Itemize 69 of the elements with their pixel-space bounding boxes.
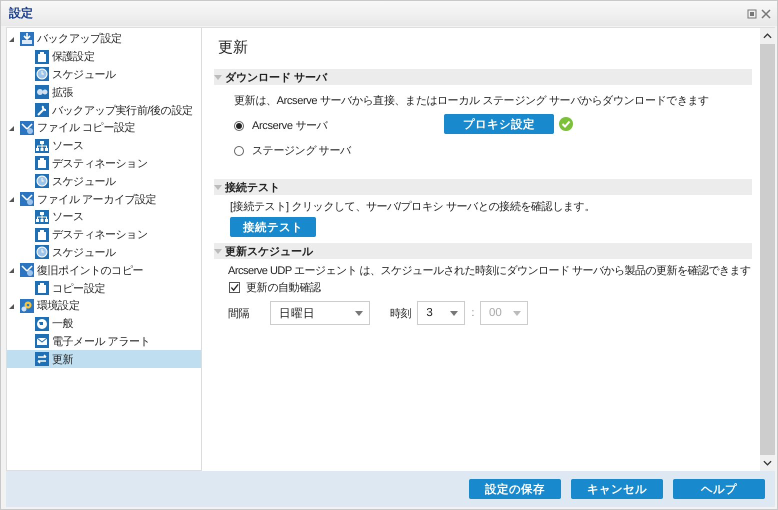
tree-item[interactable]: ソース bbox=[7, 136, 201, 155]
tree-item[interactable]: デスティネーション bbox=[7, 154, 201, 172]
section-header: 接続テスト bbox=[214, 179, 752, 195]
connection-test-button[interactable]: 接続テスト bbox=[230, 217, 316, 237]
radio-button[interactable] bbox=[234, 146, 244, 156]
gears-icon bbox=[35, 85, 49, 100]
dropdown[interactable]: 日曜日 bbox=[270, 301, 370, 325]
dropdown[interactable]: 3 bbox=[417, 301, 466, 325]
description: Arcserve UDP エージェント は、スケジュールされた時刻にダウンロード サーバから製品の更新を確認できます bbox=[228, 264, 751, 278]
footer-button[interactable]: キャンセル bbox=[571, 479, 663, 499]
time-label: 時刻 bbox=[390, 306, 412, 320]
tree-item[interactable]: スケジュール bbox=[7, 244, 201, 262]
gear-icon bbox=[20, 298, 34, 313]
footer-button[interactable]: 設定の保存 bbox=[469, 479, 561, 499]
scroll-up-icon[interactable] bbox=[763, 33, 772, 39]
network-icon bbox=[35, 138, 49, 153]
tree-item[interactable]: スケジュール bbox=[7, 66, 201, 84]
tree-item[interactable]: 保護設定 bbox=[7, 48, 201, 66]
page-title: 更新 bbox=[218, 38, 249, 57]
globe-icon bbox=[35, 316, 49, 331]
tree-item[interactable]: ファイル コピー設定 bbox=[7, 118, 201, 137]
interval-label: 間隔 bbox=[228, 306, 250, 320]
tree-item[interactable]: 復旧ポイントのコピー bbox=[7, 261, 201, 280]
checkbox-label[interactable]: 更新の自動確認 bbox=[246, 280, 321, 295]
tree-item[interactable]: ソース bbox=[7, 208, 201, 226]
radio-label[interactable]: Arcserve サーバ bbox=[252, 118, 328, 133]
document-icon bbox=[35, 50, 49, 64]
checkbox[interactable] bbox=[229, 282, 240, 293]
radio-label[interactable]: ステージング サーバ bbox=[252, 143, 351, 158]
tree-item[interactable]: 更新 bbox=[7, 350, 201, 368]
section-header: 更新スケジュール bbox=[214, 243, 752, 259]
document-icon bbox=[35, 281, 49, 296]
clock-icon bbox=[35, 245, 49, 260]
tree-item[interactable]: 環境設定 bbox=[7, 296, 201, 315]
copy-icon bbox=[20, 263, 34, 278]
tree-item[interactable]: コピー設定 bbox=[7, 279, 201, 297]
tree-item[interactable]: 電子メール アラート bbox=[7, 332, 201, 350]
clock-icon bbox=[35, 174, 49, 188]
description: 更新は、Arcserve サーバから直接、またはローカル ステージング サーバからダウンロードできます bbox=[234, 94, 709, 108]
drive-icon bbox=[20, 32, 34, 46]
tree-item[interactable]: バックアップ実行前/後の設定 bbox=[7, 101, 201, 119]
network-icon bbox=[35, 210, 49, 224]
clock-icon bbox=[35, 67, 49, 82]
description: [接続テスト] クリックして、サーバ/プロキシ サーバとの接続を確認します。 bbox=[230, 200, 595, 214]
caret-icon bbox=[355, 310, 363, 316]
tree-item[interactable]: バックアップ設定 bbox=[7, 30, 201, 48]
copy-icon bbox=[20, 120, 34, 135]
time-separator: : bbox=[471, 307, 474, 319]
arrows-icon bbox=[35, 352, 49, 366]
proxy-settings-button[interactable]: プロキシ設定 bbox=[444, 114, 554, 134]
scroll-down-icon[interactable] bbox=[763, 460, 772, 466]
document-icon bbox=[35, 228, 49, 242]
tree-item[interactable]: 一般 bbox=[7, 314, 201, 333]
window-title: 設定 bbox=[9, 5, 34, 22]
tree-item[interactable]: ファイル アーカイブ設定 bbox=[7, 190, 201, 208]
envelope-icon bbox=[35, 334, 49, 348]
caret-icon bbox=[513, 310, 522, 316]
radio-button[interactable] bbox=[234, 120, 244, 130]
tree-item[interactable]: スケジュール bbox=[7, 172, 201, 190]
wrench-icon bbox=[35, 103, 49, 118]
copy-icon bbox=[20, 192, 34, 206]
caret-icon bbox=[450, 310, 458, 316]
close-icon[interactable] bbox=[761, 8, 771, 18]
section-header: ダウンロード サーバ bbox=[214, 69, 752, 85]
document-icon bbox=[35, 156, 49, 170]
tree-item[interactable]: デスティネーション bbox=[7, 226, 201, 244]
footer-button[interactable]: ヘルプ bbox=[673, 479, 765, 499]
restore-icon[interactable] bbox=[747, 8, 757, 18]
tree-item[interactable]: 拡張 bbox=[7, 83, 201, 102]
